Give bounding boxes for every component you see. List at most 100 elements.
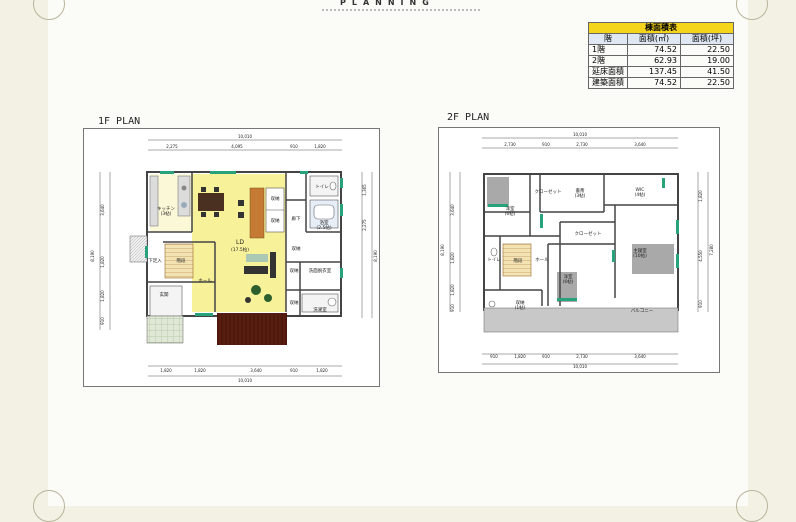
plan1-room-label: LD xyxy=(236,239,244,246)
plan1-dim-left: 910 xyxy=(100,317,105,325)
plan2-room-label: トイレ xyxy=(487,258,501,263)
wood-deck xyxy=(217,313,287,345)
kitchen-cabinet xyxy=(149,175,159,227)
plan1-dim-top: 4,095 xyxy=(231,144,243,149)
plan1-room-label: 廊下 xyxy=(292,215,301,222)
plan1-rooms xyxy=(129,171,343,345)
floor-plans-drawing: 10,010 2,275 4,095 910 1,820 1,820 1,820… xyxy=(90,132,714,383)
plan2-dim-bottom-total: 10,010 xyxy=(573,364,587,369)
plan2-room-label: クローゼット xyxy=(575,230,602,237)
plan1-dim-left: 1,820 xyxy=(100,256,105,268)
plant xyxy=(264,294,272,302)
plan2-room-label: (4帖) xyxy=(635,191,646,198)
plan1-room-label: ホール xyxy=(198,278,212,284)
plan2-room-label: 主寝室 xyxy=(633,247,647,254)
plan2-dim-right: 1,820 xyxy=(698,190,703,202)
plan1-dim-bottom: 1,820 xyxy=(194,368,206,373)
plan2-dim-bottom: 910 xyxy=(490,354,498,359)
plan2-room-label: (6帖) xyxy=(563,278,574,285)
plan2-dim-left: 910 xyxy=(450,304,455,312)
plan1-dim-right: 2,275 xyxy=(362,219,367,231)
plan1-dim-top: 1,820 xyxy=(314,144,326,149)
plan2-room-label: (10帖) xyxy=(633,252,647,259)
plan1-room-label: 収納 xyxy=(271,217,280,224)
plan2-dim-left-total: 8,190 xyxy=(440,244,445,256)
plan1-room-label: 洗面脱衣室 xyxy=(309,267,332,274)
plan1-dim-right-total: 8,190 xyxy=(373,250,378,262)
plan1-dim-left: 1,820 xyxy=(100,290,105,302)
plan1-room-label: トイレ xyxy=(315,185,329,190)
plan2-dim-bottom: 2,730 xyxy=(576,354,588,359)
plan2-dim-bottom: 910 xyxy=(542,354,550,359)
plan2-room-label: 書斎 xyxy=(576,187,585,194)
plan1-dim-bottom: 3,640 xyxy=(250,368,262,373)
plan1-room-label: 収納 xyxy=(290,299,299,306)
toilet-bowl xyxy=(329,181,337,191)
sheet: PLANNING 棟面積表 階 面積(㎡) 面積(坪) 1階 74.52 22.50… xyxy=(0,0,796,522)
entrance-floor xyxy=(149,285,183,317)
plan2-dim-left: 3,640 xyxy=(450,204,455,216)
plan1-dim-left-total: 8,190 xyxy=(90,250,95,262)
plant xyxy=(251,285,261,295)
exterior-unit xyxy=(129,235,148,263)
plan1-dim-bottom: 910 xyxy=(290,368,298,373)
plan1-room-label: 浴室 xyxy=(320,219,329,226)
plan1-room-label: (17.5帖) xyxy=(231,246,249,253)
plan1-dim-bottom-total: 10,010 xyxy=(238,378,252,383)
plan2-room-label: バルコニー xyxy=(631,308,654,314)
chair xyxy=(214,187,219,192)
plan2-dim-left: 1,820 xyxy=(450,252,455,264)
plan2-dim-top: 910 xyxy=(542,142,550,147)
plan2-room-label: クローゼット xyxy=(535,188,562,195)
plan2-room-label: (3帖) xyxy=(575,192,586,199)
plan2-room-label: 収納 xyxy=(516,299,525,306)
chair xyxy=(214,212,219,217)
plan1-room-label: 下足入 xyxy=(148,258,162,264)
plan1-dim-right: 1,365 xyxy=(362,184,367,196)
toilet-bowl xyxy=(490,247,498,257)
plan2-room-label: ホール xyxy=(535,257,549,263)
plan1-room-label: 収納 xyxy=(292,245,301,252)
plan1-room-label: 収納 xyxy=(271,195,280,202)
plan1-dim-left: 3,640 xyxy=(100,204,105,216)
plan2-dim-right: 4,550 xyxy=(698,250,703,262)
plan1-room-label: 玄関 xyxy=(160,291,169,298)
plan2-dim-top: 2,730 xyxy=(576,142,588,147)
tv-board xyxy=(270,252,276,278)
plan1-dim-bottom: 1,820 xyxy=(160,368,172,373)
washing-machine xyxy=(327,297,337,307)
plan2-room-label: 階段 xyxy=(514,257,523,264)
rug xyxy=(246,254,268,262)
dining-table xyxy=(198,193,224,211)
stool xyxy=(238,212,244,218)
plan1-dim-bottom: 1,820 xyxy=(316,368,328,373)
plan1-dim-top-total: 10,010 xyxy=(238,134,252,139)
plan2-room-label: 洋室 xyxy=(506,205,515,212)
stool xyxy=(238,200,244,206)
sofa xyxy=(244,266,268,274)
stove xyxy=(181,185,187,191)
wood-counter xyxy=(249,187,265,239)
plan2-dim-bottom: 1,820 xyxy=(514,354,526,359)
plan1-room-label: 洗濯室 xyxy=(313,306,327,313)
plan2-room-label: 洋室 xyxy=(564,273,573,280)
approach-tiles xyxy=(146,315,184,344)
sink xyxy=(181,202,187,208)
plan2-dim-top: 2,730 xyxy=(504,142,516,147)
sink xyxy=(488,300,496,308)
plan2-dim-bottom: 3,640 xyxy=(634,354,646,359)
plan1-room-label: (3帖) xyxy=(161,210,172,217)
plan1-room-label: (2.5帖) xyxy=(316,224,331,231)
plan1-room-label: 収納 xyxy=(290,267,299,274)
plan1-dim-top: 910 xyxy=(290,144,298,149)
plan2-room-label: (1帖) xyxy=(515,304,526,311)
chair xyxy=(245,297,251,303)
kitchen-counter xyxy=(177,175,191,217)
plan2-dim-right: 910 xyxy=(698,300,703,308)
chair xyxy=(201,212,206,217)
plan2-dim-right-total: 7,280 xyxy=(709,244,714,256)
plan1-room-label: 階段 xyxy=(177,257,186,264)
plan2-dim-left: 1,820 xyxy=(450,284,455,296)
plan2-room-label: (6帖) xyxy=(505,210,516,217)
bathtub xyxy=(313,204,335,220)
